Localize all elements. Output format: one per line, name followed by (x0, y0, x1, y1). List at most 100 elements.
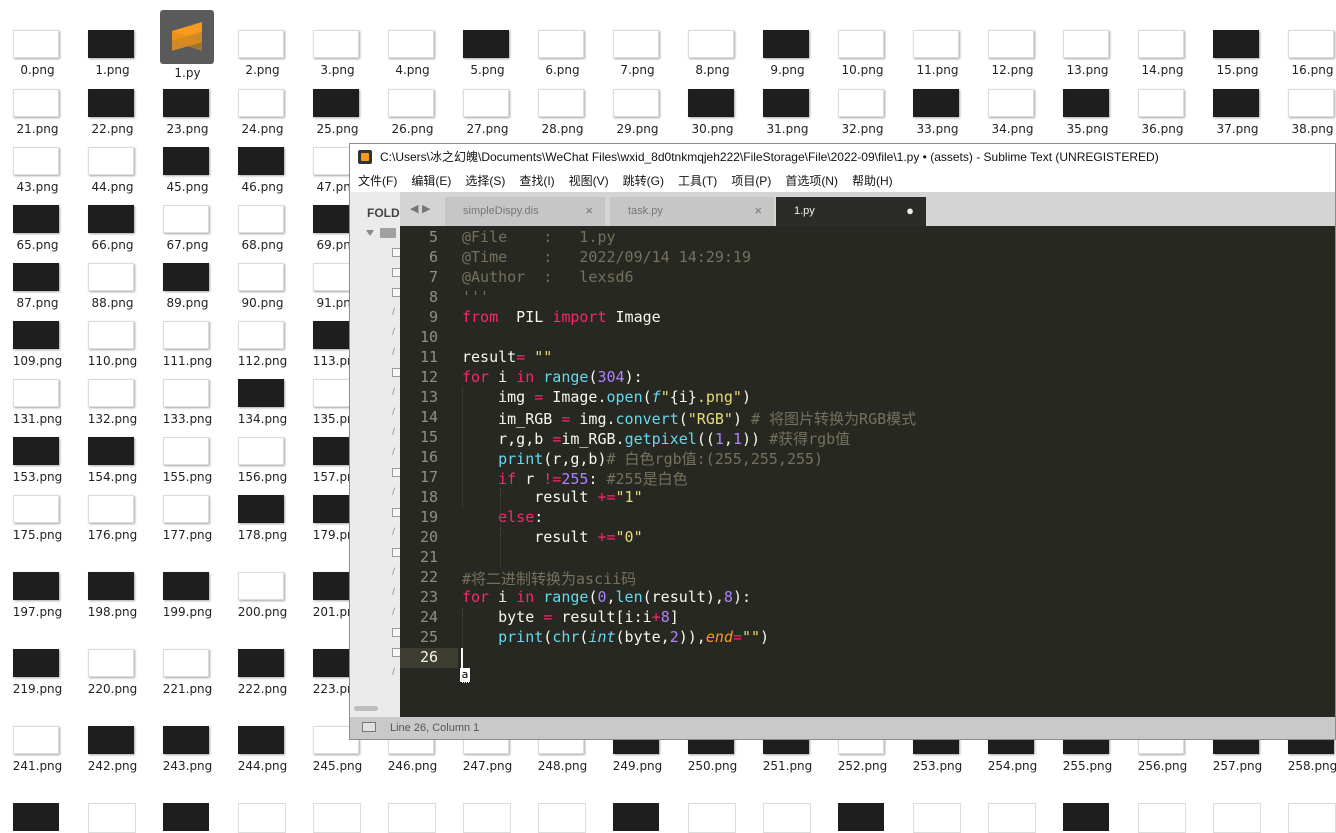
image-thumbnail[interactable] (1138, 803, 1186, 833)
file-item[interactable]: 154.png (75, 437, 150, 497)
file-item[interactable]: 244.png (225, 726, 300, 786)
code-line[interactable]: im_RGB = img.convert("RGB") # 将图片转换为RGB模… (462, 408, 916, 429)
code-line[interactable]: r,g,b =im_RGB.getpixel((1,1)) #获得rgb值 (462, 428, 850, 449)
file-item[interactable]: 68.png (225, 205, 300, 265)
file-item[interactable]: 111.png (150, 321, 225, 381)
code-line[interactable]: for i in range(0,len(result),8): (462, 588, 751, 606)
file-item[interactable]: 1.png (75, 30, 150, 90)
image-thumbnail[interactable] (313, 803, 361, 833)
sidebar-scrollbar[interactable] (354, 706, 378, 711)
file-item[interactable]: 198.png (75, 572, 150, 632)
file-item[interactable]: 34.png (975, 89, 1050, 149)
file-item[interactable]: 199.png (150, 572, 225, 632)
file-item[interactable]: 11.png (900, 30, 975, 90)
tab-nav-arrows-icon[interactable]: ◀ ▶ (410, 202, 430, 215)
file-item[interactable]: 7.png (600, 30, 675, 90)
code-line[interactable]: result= "" (462, 348, 552, 366)
file-item[interactable]: 31.png (750, 89, 825, 149)
file-item[interactable]: 134.png (225, 379, 300, 439)
file-item[interactable]: 35.png (1050, 89, 1125, 149)
file-item[interactable]: 155.png (150, 437, 225, 497)
disclosure-triangle-icon[interactable] (366, 230, 374, 236)
menu-item[interactable]: 文件(F) (350, 170, 403, 192)
file-item[interactable]: 241.png (0, 726, 75, 786)
image-thumbnail[interactable] (463, 803, 511, 833)
file-item[interactable]: 30.png (675, 89, 750, 149)
image-thumbnail[interactable] (238, 803, 286, 833)
file-item[interactable]: 222.png (225, 649, 300, 709)
code-line[interactable]: print(chr(int(byte,2)),end="") (462, 628, 769, 646)
file-item[interactable]: 27.png (450, 89, 525, 149)
file-item[interactable]: 67.png (150, 205, 225, 265)
menu-item[interactable]: 编辑(E) (403, 170, 457, 192)
file-item[interactable]: 46.png (225, 147, 300, 207)
code-line[interactable]: result +="0" (462, 528, 642, 546)
code-line[interactable]: print(r,g,b)# 白色rgb值:(255,255,255) (462, 448, 823, 469)
file-item[interactable]: 90.png (225, 263, 300, 323)
code-line[interactable]: @File : 1.py (462, 228, 616, 246)
code-line[interactable]: if r !=255: #255是白色 (462, 468, 688, 489)
image-thumbnail[interactable] (1213, 803, 1261, 833)
file-item[interactable]: 3.png (300, 30, 375, 90)
tab-task-py[interactable]: task.py × (610, 197, 774, 226)
image-thumbnail[interactable] (1288, 803, 1336, 833)
file-item[interactable]: 110.png (75, 321, 150, 381)
tab-1-py[interactable]: 1.py ● (776, 197, 926, 226)
file-item[interactable]: 22.png (75, 89, 150, 149)
file-item[interactable]: 12.png (975, 30, 1050, 90)
code-line[interactable]: result +="1" (462, 488, 642, 506)
file-item[interactable]: 221.png (150, 649, 225, 709)
image-thumbnail[interactable] (13, 803, 59, 831)
menu-item[interactable]: 视图(V) (561, 170, 615, 192)
image-thumbnail[interactable] (913, 803, 961, 833)
image-thumbnail[interactable] (88, 803, 136, 833)
file-item[interactable]: 133.png (150, 379, 225, 439)
code-line[interactable]: #将二进制转换为ascii码 (462, 568, 636, 589)
code-line[interactable]: img = Image.open(f"{i}.png") (462, 388, 751, 406)
menu-item[interactable]: 项目(P) (723, 170, 777, 192)
file-item[interactable]: 109.png (0, 321, 75, 381)
file-item[interactable]: 45.png (150, 147, 225, 207)
file-item[interactable]: 156.png (225, 437, 300, 497)
file-item[interactable]: 176.png (75, 495, 150, 555)
file-item[interactable]: 15.png (1200, 30, 1275, 90)
file-item[interactable]: 26.png (375, 89, 450, 149)
file-item[interactable]: 200.png (225, 572, 300, 632)
file-item[interactable]: 6.png (525, 30, 600, 90)
sublime-text-icon[interactable] (160, 10, 214, 64)
file-item[interactable]: 25.png (300, 89, 375, 149)
file-item[interactable]: 153.png (0, 437, 75, 497)
file-item[interactable]: 197.png (0, 572, 75, 632)
file-item[interactable]: 37.png (1200, 89, 1275, 149)
file-item[interactable]: 131.png (0, 379, 75, 439)
file-item[interactable]: 112.png (225, 321, 300, 381)
code-line[interactable]: byte = result[i:i+8] (462, 608, 679, 626)
file-item[interactable]: 0.png (0, 30, 75, 90)
file-item[interactable]: 8.png (675, 30, 750, 90)
file-item[interactable]: 10.png (825, 30, 900, 90)
file-item[interactable]: 29.png (600, 89, 675, 149)
file-item[interactable]: 178.png (225, 495, 300, 555)
code-editor[interactable]: 5 6 7 8 9 10 11 12 13 14 15 16 17 18 19 20 21 22 23 24 25 26 … (400, 226, 1335, 717)
image-thumbnail[interactable] (988, 803, 1036, 833)
file-item[interactable]: 33.png (900, 89, 975, 149)
menu-item[interactable]: 工具(T) (670, 170, 723, 192)
code-line[interactable]: ''' (462, 288, 489, 306)
file-item[interactable]: 132.png (75, 379, 150, 439)
unsaved-dot-icon[interactable]: ● (906, 197, 914, 225)
menu-item[interactable]: 跳转(G) (615, 170, 670, 192)
close-icon[interactable]: × (754, 197, 762, 225)
folder-icon[interactable] (380, 228, 396, 238)
tab-simpledispy[interactable]: simpleDispy.dis × (445, 197, 605, 226)
image-thumbnail[interactable] (688, 803, 736, 833)
close-icon[interactable]: × (585, 197, 593, 225)
image-thumbnail[interactable] (388, 803, 436, 833)
file-item[interactable]: 13.png (1050, 30, 1125, 90)
file-label-1-py[interactable]: 1.py (150, 66, 225, 80)
file-item[interactable]: 177.png (150, 495, 225, 555)
menu-item[interactable]: 选择(S) (457, 170, 511, 192)
file-item[interactable]: 89.png (150, 263, 225, 323)
code-line[interactable]: @Author : lexsd6 (462, 268, 634, 286)
file-item[interactable]: 43.png (0, 147, 75, 207)
file-item[interactable]: 28.png (525, 89, 600, 149)
